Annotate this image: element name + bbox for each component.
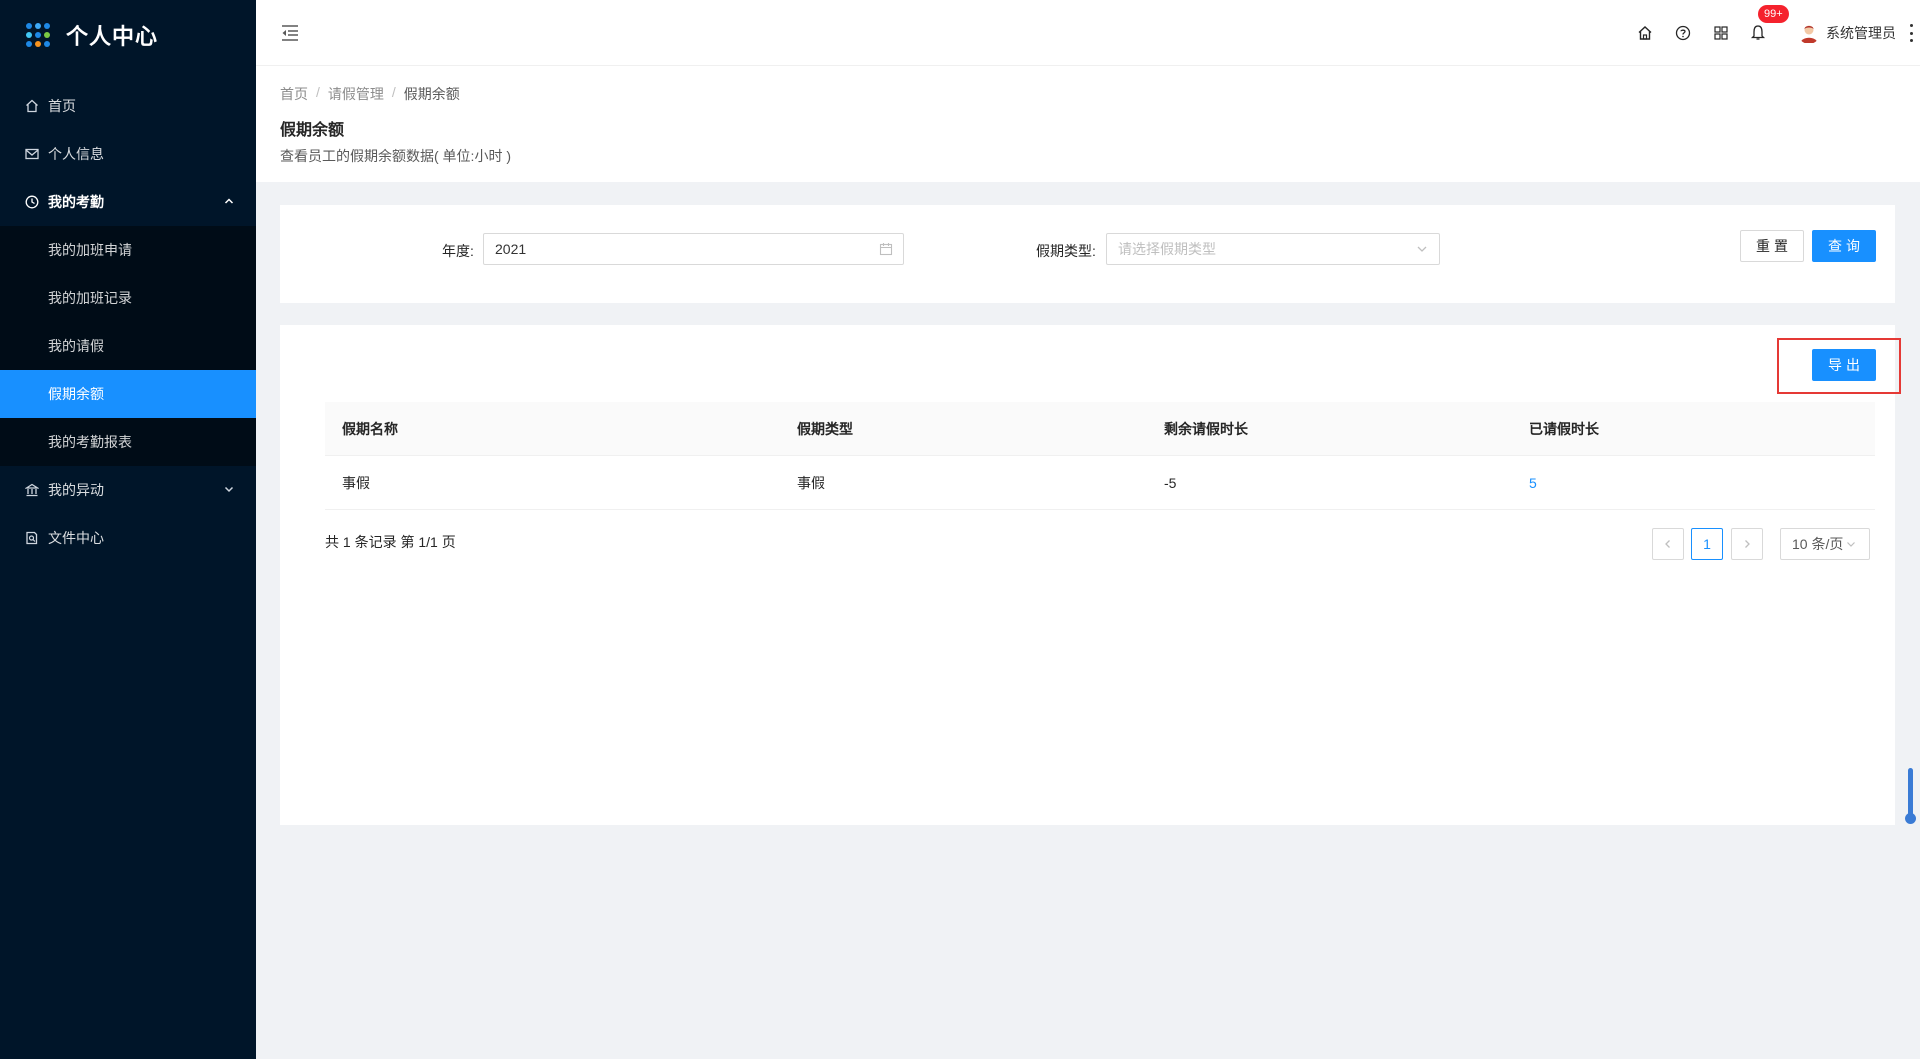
breadcrumb-home[interactable]: 首页: [280, 84, 308, 104]
calendar-icon: [879, 243, 893, 256]
header-actions: 99+ 系统管理员: [1636, 0, 1920, 66]
page-size-select[interactable]: 10 条/页: [1780, 528, 1870, 560]
home-icon: [24, 98, 40, 114]
sidebar-item-overtime-records[interactable]: 我的加班记录: [0, 274, 256, 322]
mail-icon: [24, 146, 40, 162]
breadcrumb-separator: /: [316, 84, 320, 100]
page-title: 假期余额: [280, 122, 345, 139]
avatar: [1798, 22, 1820, 44]
leave-type-label: 假期类型:: [1036, 243, 1096, 259]
user-name: 系统管理员: [1826, 25, 1896, 41]
year-picker[interactable]: 2021: [483, 233, 904, 265]
table-row: 事假 事假 -5 5: [325, 456, 1875, 510]
column-header: 已请假时长: [1529, 420, 1599, 437]
export-button[interactable]: 导出: [1812, 349, 1876, 381]
scrollbar-thumb[interactable]: [1905, 768, 1916, 824]
sidebar-item-label: 我的异动: [48, 482, 104, 498]
attendance-submenu: 我的加班申请 我的加班记录 我的请假 假期余额 我的考勤报表: [0, 226, 256, 466]
sidebar-item-home[interactable]: 首页: [0, 82, 256, 130]
breadcrumb: 首页 / 请假管理 / 假期余额: [280, 84, 460, 104]
sidebar-item-my-changes[interactable]: 我的异动: [0, 466, 256, 514]
top-header: 99+ 系统管理员: [256, 0, 1920, 66]
chevron-left-icon: [1665, 540, 1670, 548]
sidebar-item-my-attendance[interactable]: 我的考勤: [0, 178, 256, 226]
column-header: 剩余请假时长: [1164, 420, 1248, 437]
notification-badge: 99+: [1758, 5, 1789, 23]
leave-balance-table: 假期名称 假期类型 剩余请假时长 已请假时长 事假 事假 -5 5: [325, 402, 1875, 510]
sidebar: 个人中心 首页 个人信息 我的考勤 我的加班申请 我的加班记录 我的请假 假期余: [0, 0, 256, 1059]
table-card: 导出 假期名称 假期类型 剩余请假时长 已请假时长 事假 事假 -5 5 共 1…: [280, 325, 1901, 825]
prev-page-button[interactable]: [1652, 528, 1684, 560]
sidebar-menu: 首页 个人信息 我的考勤 我的加班申请 我的加班记录 我的请假 假期余额 我的考…: [0, 82, 256, 562]
chevron-up-icon: [224, 198, 234, 204]
table-cell: 事假: [797, 474, 825, 491]
page-size-value: 10 条/页: [1792, 536, 1844, 552]
appstore-icon[interactable]: [1712, 24, 1730, 42]
bank-icon: [24, 482, 40, 498]
breadcrumb-separator: /: [391, 84, 396, 100]
sidebar-item-personal-info[interactable]: 个人信息: [0, 130, 256, 178]
breadcrumb-leave-management[interactable]: 请假管理: [328, 84, 384, 104]
bell-icon: [1750, 25, 1766, 40]
breadcrumb-current: 假期余额: [403, 86, 460, 102]
page-header: 首页 / 请假管理 / 假期余额 假期余额 查看员工的假期余额数据( 单位:小时…: [256, 66, 1920, 182]
column-header: 假期名称: [342, 420, 398, 437]
user-menu[interactable]: 系统管理员: [1798, 22, 1896, 44]
sidebar-item-my-leave[interactable]: 我的请假: [0, 322, 256, 370]
home-icon[interactable]: [1636, 24, 1654, 42]
page-description: 查看员工的假期余额数据( 单位:小时 ): [280, 148, 511, 164]
filter-card: 年度: 2021 假期类型: 请选择假期类型 重置 查询: [280, 205, 1895, 303]
apps-grid-icon: [26, 23, 50, 47]
more-icon[interactable]: [1906, 24, 1916, 42]
notifications[interactable]: 99+: [1750, 5, 1789, 42]
sidebar-item-label: 文件中心: [48, 530, 104, 546]
next-page-button[interactable]: [1731, 528, 1763, 560]
app-title: 个人中心: [66, 24, 159, 49]
help-icon[interactable]: [1674, 24, 1692, 42]
chevron-down-icon: [1417, 246, 1427, 252]
used-hours-link[interactable]: 5: [1512, 475, 1875, 491]
table-cell: 事假: [342, 474, 370, 491]
sidebar-item-leave-balance[interactable]: 假期余额: [0, 370, 256, 418]
logo[interactable]: 个人中心: [0, 0, 256, 70]
pagination-summary: 共 1 条记录 第 1/1 页: [325, 534, 456, 550]
column-header: 假期类型: [797, 420, 853, 437]
sidebar-item-attendance-report[interactable]: 我的考勤报表: [0, 418, 256, 466]
leave-type-placeholder: 请选择假期类型: [1118, 241, 1216, 257]
leave-type-select[interactable]: 请选择假期类型: [1106, 233, 1440, 265]
file-search-icon: [24, 530, 40, 546]
chevron-down-icon: [1847, 542, 1856, 547]
clock-icon: [24, 194, 40, 210]
year-value: 2021: [495, 241, 527, 257]
year-label: 年度:: [442, 243, 474, 259]
query-button[interactable]: 查询: [1812, 230, 1876, 262]
sidebar-item-label: 首页: [48, 98, 76, 114]
sidebar-item-overtime-apply[interactable]: 我的加班申请: [0, 226, 256, 274]
sidebar-item-label: 我的考勤: [48, 194, 104, 210]
page-button-current[interactable]: 1: [1691, 528, 1723, 560]
sidebar-item-label: 个人信息: [48, 146, 104, 162]
chevron-right-icon: [1745, 540, 1750, 548]
sidebar-item-file-center[interactable]: 文件中心: [0, 514, 256, 562]
chevron-down-icon: [224, 486, 234, 493]
reset-button[interactable]: 重置: [1740, 230, 1804, 262]
table-cell: -5: [1164, 474, 1177, 491]
menu-fold-icon[interactable]: [280, 24, 300, 42]
table-header: 假期名称 假期类型 剩余请假时长 已请假时长: [325, 402, 1875, 456]
